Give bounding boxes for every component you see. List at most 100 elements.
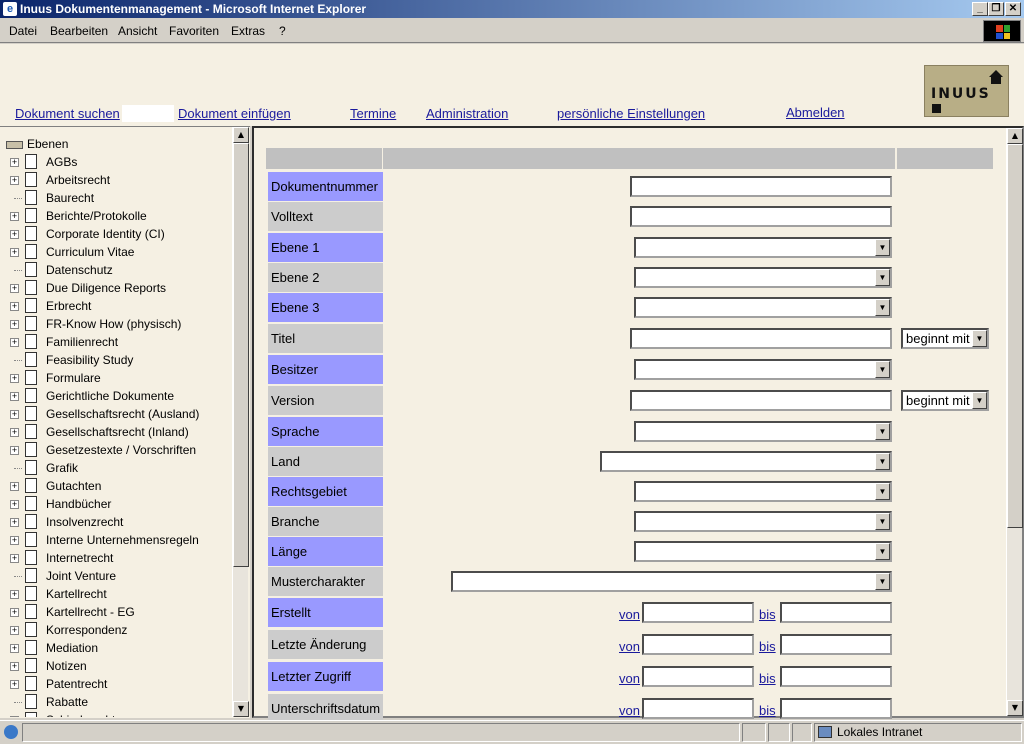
expand-icon[interactable]: +	[10, 320, 19, 329]
expand-icon[interactable]: +	[10, 284, 19, 293]
dropdown-arrow-icon[interactable]: ▼	[875, 239, 890, 256]
expand-icon[interactable]: +	[10, 662, 19, 671]
dropdown-arrow-icon[interactable]: ▼	[875, 513, 890, 530]
tree-item[interactable]: + AGBs	[10, 153, 230, 171]
menu-bearbeiten[interactable]: Bearbeiten	[50, 24, 108, 38]
tree-item[interactable]: + Gerichtliche Dokumente	[10, 387, 230, 405]
expand-icon[interactable]: +	[10, 230, 19, 239]
menu-ansicht[interactable]: Ansicht	[118, 24, 157, 38]
dropdown-arrow-icon[interactable]: ▼	[875, 453, 890, 470]
tree-item[interactable]: + Korrespondenz	[10, 621, 230, 639]
match-operator-select[interactable]: beginnt mit ▼	[901, 390, 989, 411]
text-input[interactable]	[630, 328, 892, 349]
dropdown-arrow-icon[interactable]: ▼	[875, 269, 890, 286]
tree-item[interactable]: + Familienrecht	[10, 333, 230, 351]
close-button[interactable]: ✕	[1005, 2, 1021, 16]
scroll-thumb[interactable]	[1007, 144, 1023, 528]
dropdown-select[interactable]: ▼	[634, 481, 892, 502]
expand-icon[interactable]: +	[10, 158, 19, 167]
range-to-link[interactable]: bis	[759, 607, 776, 622]
dropdown-arrow-icon[interactable]: ▼	[972, 392, 987, 409]
date-to-input[interactable]	[780, 602, 892, 623]
tree-item[interactable]: Feasibility Study	[10, 351, 230, 369]
range-from-link[interactable]: von	[619, 671, 640, 686]
dropdown-arrow-icon[interactable]: ▼	[875, 483, 890, 500]
date-from-input[interactable]	[642, 634, 754, 655]
scroll-down-icon[interactable]: ▼	[233, 701, 249, 717]
dropdown-arrow-icon[interactable]: ▼	[875, 423, 890, 440]
text-input[interactable]	[630, 176, 892, 197]
tree-item[interactable]: + FR-Know How (physisch)	[10, 315, 230, 333]
match-operator-select[interactable]: beginnt mit ▼	[901, 328, 989, 349]
dropdown-arrow-icon[interactable]: ▼	[875, 543, 890, 560]
dropdown-select[interactable]: ▼	[600, 451, 892, 472]
range-from-link[interactable]: von	[619, 607, 640, 622]
tree-item[interactable]: + Patentrecht	[10, 675, 230, 693]
menu-favoriten[interactable]: Favoriten	[169, 24, 219, 38]
dropdown-arrow-icon[interactable]: ▼	[875, 573, 890, 590]
expand-icon[interactable]: +	[10, 536, 19, 545]
expand-icon[interactable]: +	[10, 446, 19, 455]
date-from-input[interactable]	[642, 666, 754, 687]
expand-icon[interactable]: +	[10, 644, 19, 653]
tree-item[interactable]: + Mediation	[10, 639, 230, 657]
text-input[interactable]	[630, 390, 892, 411]
tree-item[interactable]: + Notizen	[10, 657, 230, 675]
tree-item[interactable]: + Gesetzestexte / Vorschriften	[10, 441, 230, 459]
expand-icon[interactable]: +	[10, 608, 19, 617]
scroll-thumb[interactable]	[233, 143, 249, 567]
tree-item[interactable]: + Curriculum Vitae	[10, 243, 230, 261]
dropdown-select[interactable]: ▼	[634, 421, 892, 442]
expand-icon[interactable]: +	[10, 392, 19, 401]
tree-item[interactable]: + Corporate Identity (CI)	[10, 225, 230, 243]
tree-item[interactable]: + Due Diligence Reports	[10, 279, 230, 297]
text-input[interactable]	[630, 206, 892, 227]
date-to-input[interactable]	[780, 634, 892, 655]
tree-item[interactable]: + Internetrecht	[10, 549, 230, 567]
expand-icon[interactable]: +	[10, 626, 19, 635]
tree-item[interactable]: + Gesellschaftsrecht (Inland)	[10, 423, 230, 441]
dropdown-select[interactable]: ▼	[634, 267, 892, 288]
scroll-up-icon[interactable]: ▲	[233, 127, 249, 143]
expand-icon[interactable]: +	[10, 410, 19, 419]
scroll-down-icon[interactable]: ▼	[1007, 700, 1023, 716]
expand-icon[interactable]: +	[10, 482, 19, 491]
menu-datei[interactable]: Datei	[9, 24, 37, 38]
tree-root[interactable]: Ebenen	[6, 137, 68, 151]
scroll-up-icon[interactable]: ▲	[1007, 128, 1023, 144]
expand-icon[interactable]: +	[10, 554, 19, 563]
tree-item[interactable]: + Insolvenzrecht	[10, 513, 230, 531]
nav-document-insert[interactable]: Dokument einfügen	[178, 106, 291, 121]
tree-item[interactable]: + Arbeitsrecht	[10, 171, 230, 189]
range-to-link[interactable]: bis	[759, 671, 776, 686]
dropdown-arrow-icon[interactable]: ▼	[875, 299, 890, 316]
nav-document-search[interactable]: Dokument suchen	[15, 106, 120, 121]
tree-item[interactable]: Grafik	[10, 459, 230, 477]
tree-item[interactable]: + Interne Unternehmensregeln	[10, 531, 230, 549]
tree-item[interactable]: + Schiedsrecht	[10, 711, 230, 717]
tree-item[interactable]: Datenschutz	[10, 261, 230, 279]
expand-icon[interactable]: +	[10, 590, 19, 599]
nav-personal-settings[interactable]: persönliche Einstellungen	[557, 106, 705, 121]
tree-item[interactable]: + Erbrecht	[10, 297, 230, 315]
dropdown-select[interactable]: ▼	[634, 541, 892, 562]
tree-item[interactable]: + Formulare	[10, 369, 230, 387]
tree-item[interactable]: + Kartellrecht	[10, 585, 230, 603]
date-to-input[interactable]	[780, 666, 892, 687]
tree-scrollbar[interactable]: ▲ ▼	[232, 127, 249, 717]
form-scrollbar[interactable]: ▲ ▼	[1006, 128, 1023, 716]
expand-icon[interactable]: +	[10, 428, 19, 437]
range-from-link[interactable]: von	[619, 639, 640, 654]
range-to-link[interactable]: bis	[759, 639, 776, 654]
expand-icon[interactable]: +	[10, 518, 19, 527]
expand-icon[interactable]: +	[10, 500, 19, 509]
nav-logout[interactable]: Abmelden	[786, 105, 845, 120]
minimize-button[interactable]: _	[972, 2, 988, 16]
dropdown-select[interactable]: ▼	[634, 511, 892, 532]
menu-help[interactable]: ?	[279, 24, 286, 38]
date-from-input[interactable]	[642, 698, 754, 719]
menu-extras[interactable]: Extras	[231, 24, 265, 38]
dropdown-arrow-icon[interactable]: ▼	[875, 361, 890, 378]
expand-icon[interactable]: +	[10, 680, 19, 689]
range-to-link[interactable]: bis	[759, 703, 776, 718]
